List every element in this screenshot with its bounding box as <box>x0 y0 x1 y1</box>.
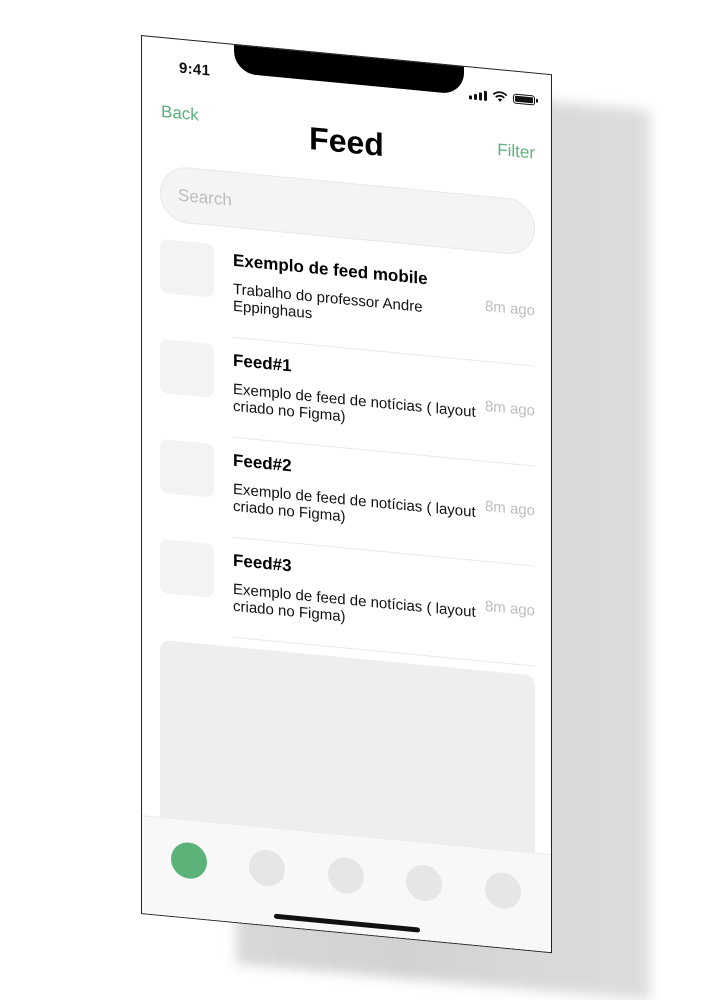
feed-item-time: 8m ago <box>484 597 535 620</box>
feed-item-description: Exemplo de feed de notícias ( layout cri… <box>233 480 476 526</box>
feed-item-thumbnail <box>160 238 214 298</box>
battery-icon <box>513 93 535 106</box>
feed-item-time: 8m ago <box>484 297 535 320</box>
search-placeholder: Search <box>178 185 232 210</box>
feed-item-time: 8m ago <box>484 397 535 420</box>
tab-4-icon[interactable] <box>406 863 442 903</box>
feed-item-description: Exemplo de feed de notícias ( layout cri… <box>233 580 476 626</box>
feed-item-title: Feed#2 <box>233 450 292 476</box>
phone-frame: 9:41 Back Feed Filter Search Exemplo de … <box>141 35 552 954</box>
feed-item-title: Feed#3 <box>233 550 292 576</box>
feed-item-thumbnail <box>160 338 214 398</box>
tab-5-icon[interactable] <box>485 870 521 911</box>
wifi-icon <box>492 91 508 102</box>
status-time: 9:41 <box>179 59 211 80</box>
status-icons <box>469 87 535 106</box>
cellular-signal-icon <box>469 89 487 102</box>
feed-item-description: Exemplo de feed de notícias ( layout cri… <box>233 380 476 426</box>
feed-item-time: 8m ago <box>484 497 535 520</box>
tab-1-icon[interactable] <box>171 840 207 881</box>
feed-item-thumbnail <box>160 538 214 598</box>
feed-item-description: Trabalho do professor Andre Eppinghaus <box>233 280 423 323</box>
feed-item-title: Feed#1 <box>233 350 292 376</box>
device-notch <box>234 35 464 95</box>
tab-2-icon[interactable] <box>249 848 285 888</box>
filter-button[interactable]: Filter <box>497 140 535 164</box>
search-input[interactable]: Search <box>160 164 535 257</box>
feed-item-thumbnail <box>160 438 214 498</box>
tab-3-icon[interactable] <box>328 855 364 896</box>
